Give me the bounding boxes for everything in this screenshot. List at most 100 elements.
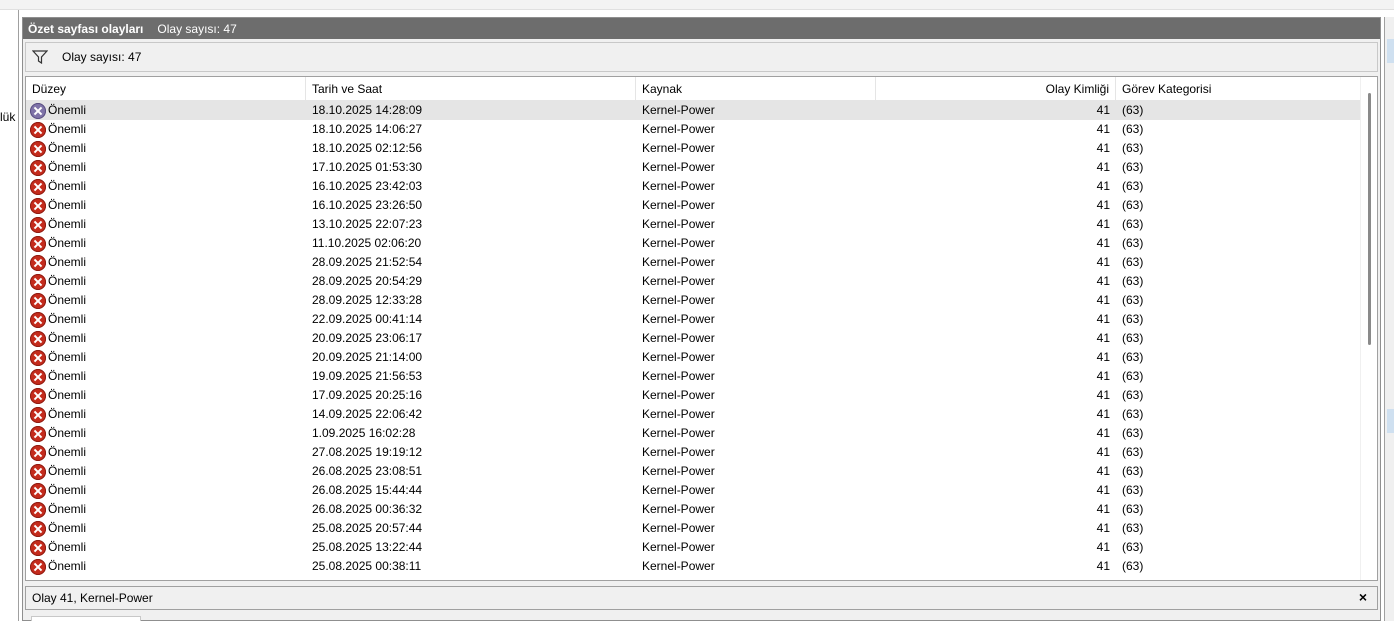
level-text: Önemli	[48, 255, 87, 269]
critical-error-icon	[30, 330, 46, 347]
funnel-icon[interactable]	[32, 50, 48, 64]
table-row[interactable]: Önemli 18.10.2025 14:28:09 Kernel-Power 41 (…	[26, 101, 1362, 120]
critical-error-icon	[30, 387, 46, 404]
critical-error-icon	[30, 121, 46, 138]
table-row[interactable]: Önemli 25.08.2025 13:22:44 Kernel-Power 41 (…	[26, 538, 1362, 557]
cell-level: Önemli	[26, 386, 306, 405]
close-icon[interactable]: ×	[1359, 589, 1367, 605]
table-row[interactable]: Önemli 22.09.2025 00:41:14 Kernel-Power 41 (…	[26, 310, 1362, 329]
cell-task-category: (63)	[1122, 217, 1144, 231]
cell-task-category: (63)	[1122, 521, 1144, 535]
cell-event-id: 41	[1096, 179, 1110, 193]
cell-level: Önemli	[26, 367, 306, 386]
cell-event-id: 41	[1096, 559, 1110, 573]
table-row[interactable]: Önemli 20.09.2025 23:06:17 Kernel-Power 41 (…	[26, 329, 1362, 348]
cell-level: Önemli	[26, 158, 306, 177]
column-header-event-id[interactable]: Olay Kimliği	[876, 77, 1116, 101]
level-text: Önemli	[48, 445, 87, 459]
critical-error-icon	[30, 273, 46, 290]
summary-events-panel: Özet sayfası olayları Olay sayısı: 47 Ol…	[22, 17, 1381, 621]
table-row[interactable]: Önemli 25.08.2025 00:38:11 Kernel-Power 41 (…	[26, 557, 1362, 576]
table-row[interactable]: Önemli 18.10.2025 14:06:27 Kernel-Power 41 (…	[26, 120, 1362, 139]
column-header-task-category[interactable]: Görev Kategorisi	[1116, 77, 1362, 101]
level-text: Önemli	[48, 331, 87, 345]
cell-source: Kernel-Power	[642, 274, 715, 288]
critical-error-icon	[30, 501, 46, 518]
table-row[interactable]: Önemli 28.09.2025 12:33:28 Kernel-Power 41 (…	[26, 291, 1362, 310]
level-text: Önemli	[48, 312, 87, 326]
cell-datetime: 25.08.2025 13:22:44	[312, 540, 423, 554]
cell-level: Önemli	[26, 462, 306, 481]
level-text: Önemli	[48, 141, 87, 155]
cell-source: Kernel-Power	[642, 236, 715, 250]
level-text: Önemli	[48, 369, 87, 383]
table-row[interactable]: Önemli 17.09.2025 20:25:16 Kernel-Power 41 (…	[26, 386, 1362, 405]
table-row[interactable]: Önemli 17.10.2025 01:53:30 Kernel-Power 41 (…	[26, 158, 1362, 177]
table-header: Düzey Tarih ve Saat Kaynak Olay Kimliği …	[26, 77, 1362, 101]
cell-task-category: (63)	[1122, 350, 1144, 364]
table-row[interactable]: Önemli 26.08.2025 23:08:51 Kernel-Power 41 (…	[26, 462, 1362, 481]
cell-source: Kernel-Power	[642, 122, 715, 136]
table-row[interactable]: Önemli 13.10.2025 22:07:23 Kernel-Power 41 (…	[26, 215, 1362, 234]
cell-level: Önemli	[26, 538, 306, 557]
cell-source: Kernel-Power	[642, 179, 715, 193]
cell-task-category: (63)	[1122, 369, 1144, 383]
column-header-source[interactable]: Kaynak	[636, 77, 876, 101]
table-row[interactable]: Önemli 26.08.2025 00:36:32 Kernel-Power 41 (…	[26, 500, 1362, 519]
table-row[interactable]: Önemli 27.08.2025 19:19:12 Kernel-Power 41 (…	[26, 443, 1362, 462]
cell-event-id: 41	[1096, 350, 1110, 364]
critical-error-icon	[30, 254, 46, 271]
cell-source: Kernel-Power	[642, 521, 715, 535]
cell-event-id: 41	[1096, 521, 1110, 535]
cell-level: Önemli	[26, 329, 306, 348]
cell-datetime: 16.10.2025 23:42:03	[312, 179, 423, 193]
cell-task-category: (63)	[1122, 122, 1144, 136]
actions-section-fragment	[1387, 409, 1394, 433]
column-header-level[interactable]: Düzey	[26, 77, 306, 101]
table-row[interactable]: Önemli 28.09.2025 20:54:29 Kernel-Power 41 (…	[26, 272, 1362, 291]
cell-event-id: 41	[1096, 122, 1110, 136]
critical-error-icon	[30, 558, 46, 575]
critical-error-icon	[30, 444, 46, 461]
left-pane-fragment: lük	[0, 10, 19, 621]
column-header-datetime[interactable]: Tarih ve Saat	[306, 77, 636, 101]
table-row[interactable]: Önemli 14.09.2025 22:06:42 Kernel-Power 41 (…	[26, 405, 1362, 424]
cell-datetime: 17.10.2025 01:53:30	[312, 160, 423, 174]
scrollbar-thumb[interactable]	[1368, 93, 1371, 345]
level-text: Önemli	[48, 122, 87, 136]
table-row[interactable]: Önemli 19.09.2025 21:56:53 Kernel-Power 41 (…	[26, 367, 1362, 386]
table-row[interactable]: Önemli 16.10.2025 23:42:03 Kernel-Power 41 (…	[26, 177, 1362, 196]
level-text: Önemli	[48, 388, 87, 402]
level-text: Önemli	[48, 540, 87, 554]
table-row[interactable]: Önemli 25.08.2025 20:57:44 Kernel-Power 41 (…	[26, 519, 1362, 538]
cell-task-category: (63)	[1122, 274, 1144, 288]
cell-task-category: (63)	[1122, 559, 1144, 573]
critical-error-icon	[30, 235, 46, 252]
vertical-scrollbar[interactable]	[1360, 77, 1377, 580]
cell-source: Kernel-Power	[642, 160, 715, 174]
table-row[interactable]: Önemli 11.10.2025 02:06:20 Kernel-Power 41 (…	[26, 234, 1362, 253]
cell-level: Önemli	[26, 557, 306, 576]
cell-source: Kernel-Power	[642, 103, 715, 117]
critical-error-icon	[30, 311, 46, 328]
table-row[interactable]: Önemli 20.09.2025 21:14:00 Kernel-Power 41 (…	[26, 348, 1362, 367]
table-row[interactable]: Önemli 16.10.2025 23:26:50 Kernel-Power 41 (…	[26, 196, 1362, 215]
cell-task-category: (63)	[1122, 293, 1144, 307]
cell-level: Önemli	[26, 253, 306, 272]
cell-event-id: 41	[1096, 331, 1110, 345]
cell-level: Önemli	[26, 443, 306, 462]
cell-event-id: 41	[1096, 369, 1110, 383]
table-row[interactable]: Önemli 26.08.2025 15:44:44 Kernel-Power 41 (…	[26, 481, 1362, 500]
cell-task-category: (63)	[1122, 312, 1144, 326]
cell-datetime: 18.10.2025 14:06:27	[312, 122, 423, 136]
cell-source: Kernel-Power	[642, 388, 715, 402]
table-row[interactable]: Önemli 28.09.2025 21:52:54 Kernel-Power 41 (…	[26, 253, 1362, 272]
table-row[interactable]: Önemli 18.10.2025 02:12:56 Kernel-Power 41 (…	[26, 139, 1362, 158]
level-text: Önemli	[48, 483, 87, 497]
panel-event-count: Olay sayısı: 47	[157, 21, 237, 36]
table-row[interactable]: Önemli 1.09.2025 16:02:28 Kernel-Power 41 (6…	[26, 424, 1362, 443]
cell-task-category: (63)	[1122, 103, 1144, 117]
critical-error-icon	[30, 216, 46, 233]
detail-tab-general[interactable]	[31, 616, 141, 621]
cell-level: Önemli	[26, 424, 306, 443]
